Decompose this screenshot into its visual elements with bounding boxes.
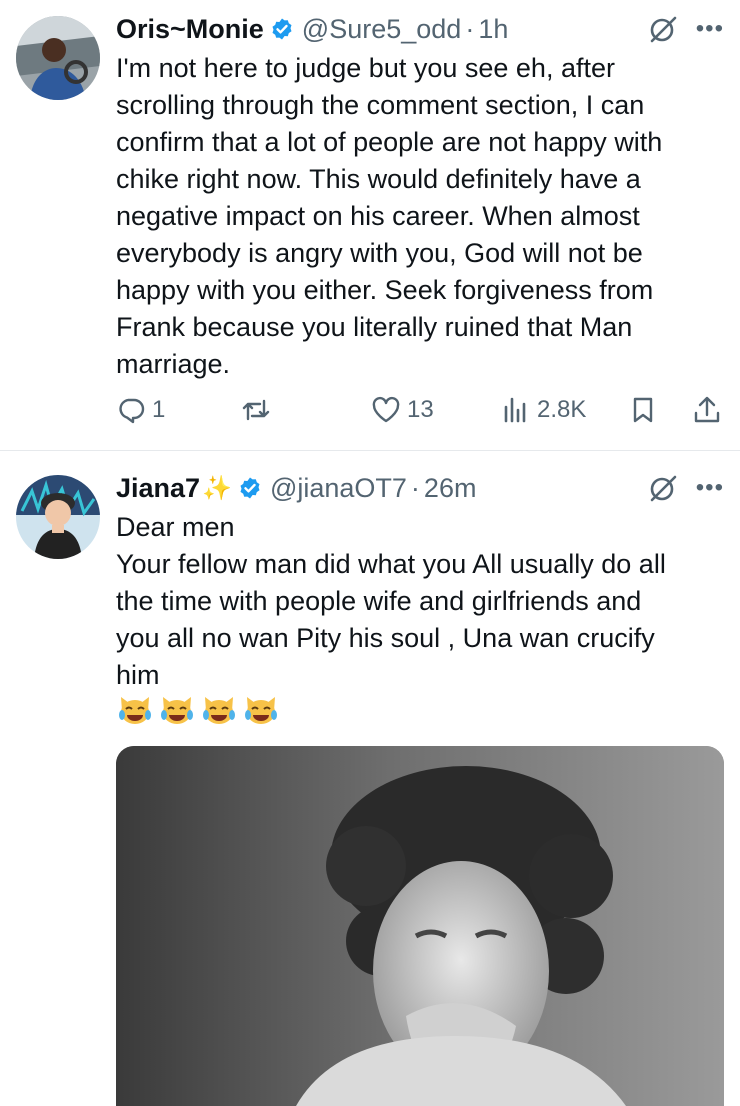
separator-dot: · bbox=[465, 13, 475, 44]
text-line: Your fellow man did what you All usually… bbox=[116, 549, 666, 579]
grok-icon[interactable] bbox=[648, 14, 678, 44]
share-button[interactable] bbox=[692, 390, 722, 430]
tweet-text: I'm not here to judge but you see eh, af… bbox=[116, 50, 724, 383]
text-line: I'm not here to judge but you see eh, af… bbox=[116, 53, 615, 83]
handle[interactable]: @jianaOT7 bbox=[270, 473, 407, 504]
like-count: 13 bbox=[407, 396, 434, 423]
text-line: chike right now. This would definitely h… bbox=[116, 164, 641, 194]
reply-count: 1 bbox=[152, 396, 166, 423]
joy-cat-emoji-icon bbox=[245, 697, 277, 724]
text-line: scrolling through the comment section, I… bbox=[116, 90, 645, 120]
tweet-header: Oris~Monie @Sure5_odd · 1h ••• bbox=[116, 9, 724, 49]
emoji-row bbox=[116, 689, 280, 727]
share-icon bbox=[694, 396, 720, 423]
views-count: 2.8K bbox=[537, 396, 587, 423]
laughing-child-photo-icon bbox=[116, 746, 724, 1106]
text-line: Frank because you literally ruined that … bbox=[116, 312, 633, 342]
bookmark-button[interactable] bbox=[628, 390, 658, 430]
heart-icon bbox=[372, 396, 400, 423]
bookmark-icon bbox=[633, 397, 653, 423]
retweet-icon bbox=[242, 399, 270, 421]
tweet-header: Jiana7 ✨ @jianaOT7 · 26m ••• bbox=[116, 468, 724, 508]
reply-button[interactable]: 1 bbox=[116, 390, 165, 430]
separator-dot: · bbox=[410, 472, 420, 503]
verified-badge-icon bbox=[272, 18, 292, 40]
more-options-icon[interactable]: ••• bbox=[696, 17, 724, 41]
handle[interactable]: @Sure5_odd bbox=[302, 14, 462, 45]
tweet-text: Dear men Your fellow man did what you Al… bbox=[116, 509, 724, 694]
text-line: negative impact on his career. When almo… bbox=[116, 201, 640, 231]
tweet-1[interactable]: Oris~Monie @Sure5_odd · 1h ••• I'm not h… bbox=[0, 0, 740, 451]
display-name[interactable]: Oris~Monie bbox=[116, 14, 264, 45]
retweet-button[interactable] bbox=[241, 390, 277, 430]
joy-cat-emoji-icon bbox=[119, 697, 151, 724]
text-line: Dear men bbox=[116, 512, 235, 542]
timestamp[interactable]: 26m bbox=[424, 473, 477, 504]
more-options-icon[interactable]: ••• bbox=[696, 476, 724, 500]
tweet-2[interactable]: Jiana7 ✨ @jianaOT7 · 26m ••• Dear men Yo… bbox=[0, 451, 740, 1106]
avatar[interactable] bbox=[16, 16, 100, 100]
joy-cat-emoji-icon bbox=[161, 697, 193, 724]
timestamp[interactable]: 1h bbox=[478, 14, 508, 45]
avatar-photo-icon bbox=[16, 16, 100, 100]
text-line: the time with people wife and girlfriend… bbox=[116, 586, 642, 616]
display-name[interactable]: Jiana7 bbox=[116, 473, 200, 504]
reply-icon bbox=[119, 398, 145, 424]
avatar-cartoon-icon bbox=[16, 475, 100, 559]
analytics-icon bbox=[504, 397, 526, 423]
grok-icon[interactable] bbox=[648, 473, 678, 503]
views-button[interactable]: 2.8K bbox=[501, 390, 586, 430]
verified-badge-icon bbox=[240, 477, 260, 499]
tweet-media[interactable] bbox=[116, 746, 724, 1106]
text-line: happy with you either. Seek forgiveness … bbox=[116, 275, 654, 305]
text-line: everybody is angry with you, God will no… bbox=[116, 238, 643, 268]
sparkles-emoji: ✨ bbox=[202, 474, 232, 502]
text-line: confirm that a lot of people are not hap… bbox=[116, 127, 663, 157]
text-line: marriage. bbox=[116, 349, 231, 379]
text-line: you all no wan Pity his soul , Una wan c… bbox=[116, 623, 655, 653]
action-bar: 1 13 2.8K bbox=[116, 390, 724, 430]
avatar[interactable] bbox=[16, 475, 100, 559]
like-button[interactable]: 13 bbox=[371, 390, 434, 430]
joy-cat-emoji-icon bbox=[203, 697, 235, 724]
